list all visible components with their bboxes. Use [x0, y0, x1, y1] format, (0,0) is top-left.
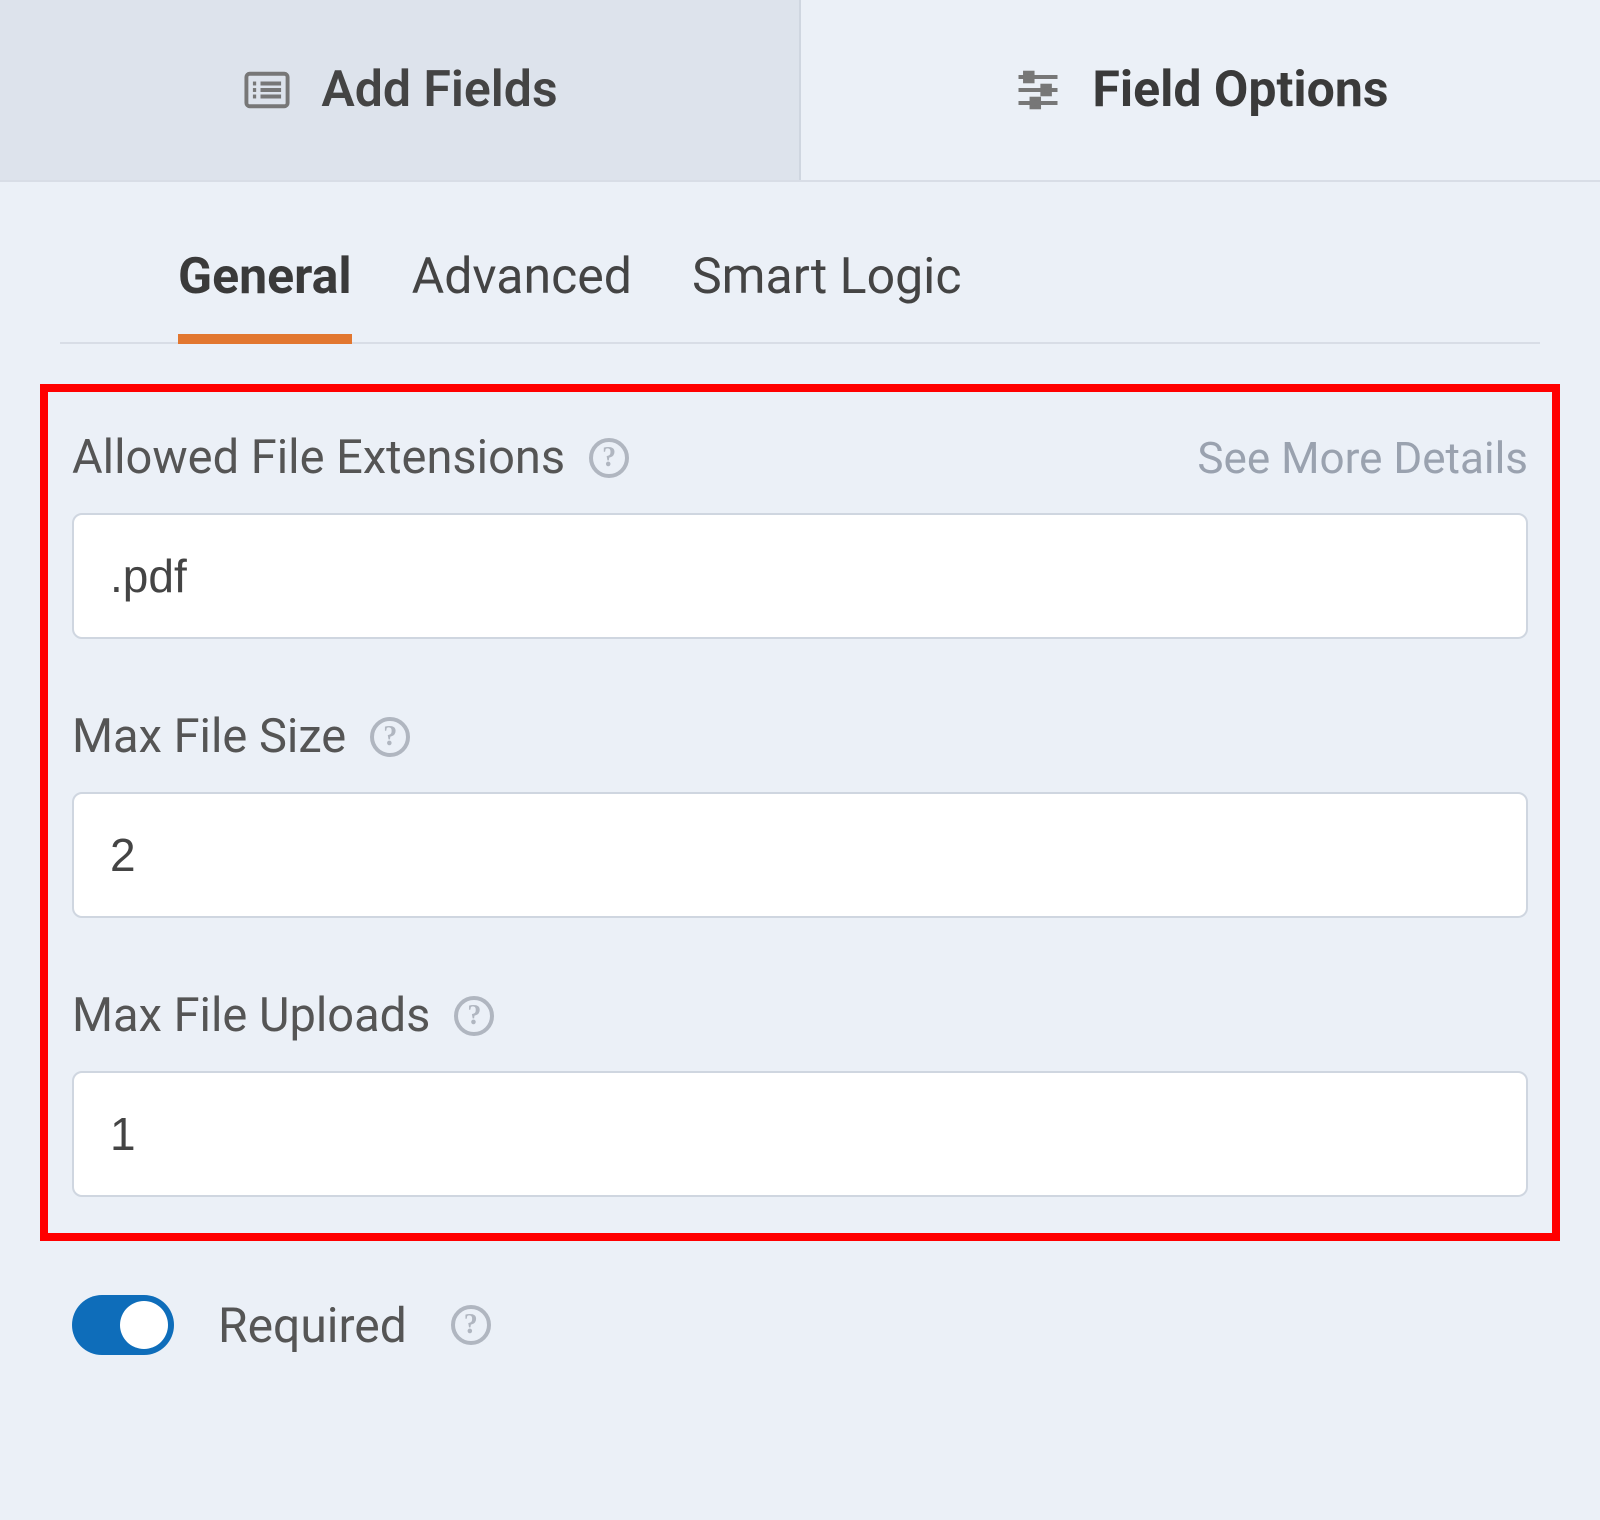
subtab-general[interactable]: General — [178, 248, 352, 342]
required-label: Required — [218, 1297, 407, 1354]
see-more-details-link[interactable]: See More Details — [1197, 432, 1528, 484]
tab-add-fields[interactable]: Add Fields — [0, 0, 801, 180]
field-max-file-size: Max File Size ? — [72, 639, 1528, 918]
max-file-uploads-input[interactable] — [72, 1071, 1528, 1197]
required-toggle[interactable] — [72, 1295, 174, 1355]
field-max-file-uploads: Max File Uploads ? — [72, 918, 1528, 1197]
sliders-icon — [1012, 64, 1064, 116]
subtab-smart-logic[interactable]: Smart Logic — [692, 248, 962, 342]
max-file-uploads-label: Max File Uploads — [72, 988, 430, 1043]
tab-field-options[interactable]: Field Options — [801, 0, 1600, 180]
max-file-size-input[interactable] — [72, 792, 1528, 918]
allowed-extensions-label: Allowed File Extensions — [72, 430, 565, 485]
field-allowed-extensions: Allowed File Extensions ? See More Detai… — [72, 392, 1528, 639]
subtab-advanced[interactable]: Advanced — [412, 248, 632, 342]
toggle-knob — [120, 1301, 168, 1349]
required-row: Required ? — [0, 1261, 1600, 1355]
file-upload-settings-highlight: Allowed File Extensions ? See More Detai… — [40, 384, 1560, 1241]
help-icon[interactable]: ? — [451, 1305, 491, 1345]
list-icon — [241, 64, 293, 116]
help-icon[interactable]: ? — [370, 717, 410, 757]
tab-field-options-label: Field Options — [1092, 61, 1388, 119]
allowed-extensions-input[interactable] — [72, 513, 1528, 639]
max-file-size-label: Max File Size — [72, 709, 346, 764]
subtabs: General Advanced Smart Logic — [60, 182, 1540, 344]
help-icon[interactable]: ? — [454, 996, 494, 1036]
help-icon[interactable]: ? — [589, 438, 629, 478]
sidebar-topnav: Add Fields Field Options — [0, 0, 1600, 182]
tab-add-fields-label: Add Fields — [321, 61, 557, 119]
